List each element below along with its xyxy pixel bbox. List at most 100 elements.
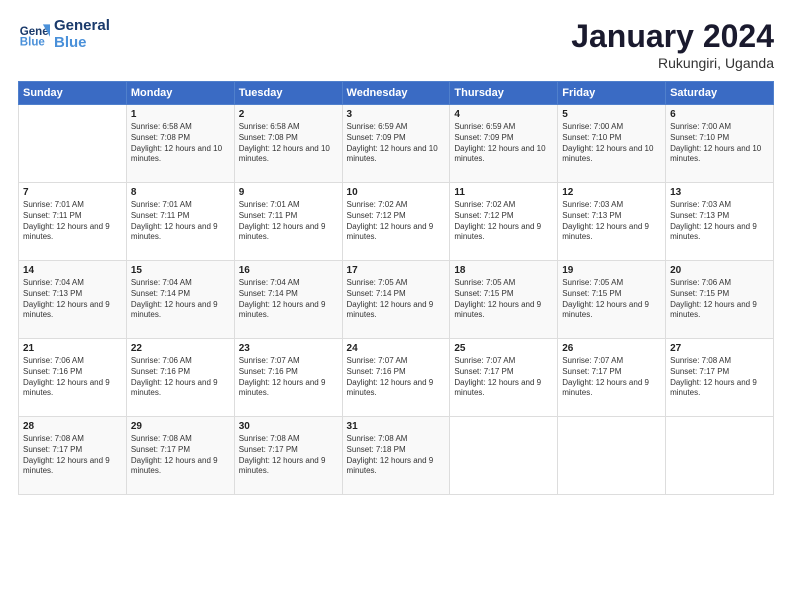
day-info: Sunrise: 7:06 AM Sunset: 7:16 PM Dayligh… xyxy=(23,356,122,399)
day-number: 8 xyxy=(131,187,230,198)
sunset-text: Sunset: 7:17 PM xyxy=(131,445,190,454)
sunrise-text: Sunrise: 7:02 AM xyxy=(347,200,408,209)
daylight-text: Daylight: 12 hours and 9 minutes. xyxy=(23,222,110,242)
day-info: Sunrise: 7:02 AM Sunset: 7:12 PM Dayligh… xyxy=(454,200,553,243)
col-header-saturday: Saturday xyxy=(666,82,774,105)
calendar-cell: 30 Sunrise: 7:08 AM Sunset: 7:17 PM Dayl… xyxy=(234,417,342,495)
day-info: Sunrise: 7:07 AM Sunset: 7:16 PM Dayligh… xyxy=(239,356,338,399)
calendar-cell: 28 Sunrise: 7:08 AM Sunset: 7:17 PM Dayl… xyxy=(19,417,127,495)
week-row-3: 14 Sunrise: 7:04 AM Sunset: 7:13 PM Dayl… xyxy=(19,261,774,339)
sunrise-text: Sunrise: 7:08 AM xyxy=(131,434,192,443)
sunset-text: Sunset: 7:09 PM xyxy=(454,133,513,142)
day-number: 29 xyxy=(131,421,230,432)
daylight-text: Daylight: 12 hours and 9 minutes. xyxy=(454,222,541,242)
sunset-text: Sunset: 7:15 PM xyxy=(670,289,729,298)
col-header-tuesday: Tuesday xyxy=(234,82,342,105)
month-title: January 2024 xyxy=(571,18,774,55)
sunset-text: Sunset: 7:10 PM xyxy=(670,133,729,142)
day-number: 2 xyxy=(239,109,338,120)
sunset-text: Sunset: 7:11 PM xyxy=(23,211,82,220)
day-info: Sunrise: 7:08 AM Sunset: 7:18 PM Dayligh… xyxy=(347,434,446,477)
day-info: Sunrise: 7:03 AM Sunset: 7:13 PM Dayligh… xyxy=(562,200,661,243)
sunset-text: Sunset: 7:14 PM xyxy=(347,289,406,298)
day-info: Sunrise: 7:01 AM Sunset: 7:11 PM Dayligh… xyxy=(23,200,122,243)
sunrise-text: Sunrise: 7:05 AM xyxy=(347,278,408,287)
day-info: Sunrise: 7:00 AM Sunset: 7:10 PM Dayligh… xyxy=(562,122,661,165)
calendar-cell: 18 Sunrise: 7:05 AM Sunset: 7:15 PM Dayl… xyxy=(450,261,558,339)
calendar-cell: 4 Sunrise: 6:59 AM Sunset: 7:09 PM Dayli… xyxy=(450,105,558,183)
calendar-cell: 29 Sunrise: 7:08 AM Sunset: 7:17 PM Dayl… xyxy=(126,417,234,495)
location-subtitle: Rukungiri, Uganda xyxy=(571,55,774,71)
calendar-cell xyxy=(558,417,666,495)
logo-text-line2: Blue xyxy=(54,35,110,52)
daylight-text: Daylight: 12 hours and 9 minutes. xyxy=(131,300,218,320)
day-info: Sunrise: 7:08 AM Sunset: 7:17 PM Dayligh… xyxy=(239,434,338,477)
logo-icon: General Blue xyxy=(18,19,50,51)
calendar-cell: 10 Sunrise: 7:02 AM Sunset: 7:12 PM Dayl… xyxy=(342,183,450,261)
daylight-text: Daylight: 12 hours and 9 minutes. xyxy=(670,300,757,320)
calendar-cell: 26 Sunrise: 7:07 AM Sunset: 7:17 PM Dayl… xyxy=(558,339,666,417)
day-number: 25 xyxy=(454,343,553,354)
sunrise-text: Sunrise: 7:07 AM xyxy=(562,356,623,365)
daylight-text: Daylight: 12 hours and 9 minutes. xyxy=(562,378,649,398)
day-number: 4 xyxy=(454,109,553,120)
col-header-monday: Monday xyxy=(126,82,234,105)
daylight-text: Daylight: 12 hours and 9 minutes. xyxy=(670,222,757,242)
calendar-cell: 1 Sunrise: 6:58 AM Sunset: 7:08 PM Dayli… xyxy=(126,105,234,183)
sunset-text: Sunset: 7:11 PM xyxy=(239,211,298,220)
day-info: Sunrise: 6:58 AM Sunset: 7:08 PM Dayligh… xyxy=(131,122,230,165)
daylight-text: Daylight: 12 hours and 10 minutes. xyxy=(131,144,222,164)
page-header: General Blue General Blue January 2024 R… xyxy=(18,18,774,71)
calendar-cell xyxy=(19,105,127,183)
day-number: 12 xyxy=(562,187,661,198)
sunrise-text: Sunrise: 7:07 AM xyxy=(347,356,408,365)
svg-text:Blue: Blue xyxy=(20,36,46,48)
sunset-text: Sunset: 7:13 PM xyxy=(23,289,82,298)
calendar-cell: 23 Sunrise: 7:07 AM Sunset: 7:16 PM Dayl… xyxy=(234,339,342,417)
calendar-cell: 20 Sunrise: 7:06 AM Sunset: 7:15 PM Dayl… xyxy=(666,261,774,339)
calendar-cell: 11 Sunrise: 7:02 AM Sunset: 7:12 PM Dayl… xyxy=(450,183,558,261)
sunset-text: Sunset: 7:13 PM xyxy=(562,211,621,220)
day-number: 7 xyxy=(23,187,122,198)
day-info: Sunrise: 7:08 AM Sunset: 7:17 PM Dayligh… xyxy=(131,434,230,477)
day-number: 13 xyxy=(670,187,769,198)
calendar-cell: 17 Sunrise: 7:05 AM Sunset: 7:14 PM Dayl… xyxy=(342,261,450,339)
sunset-text: Sunset: 7:14 PM xyxy=(131,289,190,298)
sunset-text: Sunset: 7:12 PM xyxy=(347,211,406,220)
day-info: Sunrise: 7:05 AM Sunset: 7:14 PM Dayligh… xyxy=(347,278,446,321)
calendar-cell: 6 Sunrise: 7:00 AM Sunset: 7:10 PM Dayli… xyxy=(666,105,774,183)
day-number: 15 xyxy=(131,265,230,276)
sunset-text: Sunset: 7:17 PM xyxy=(562,367,621,376)
col-header-wednesday: Wednesday xyxy=(342,82,450,105)
calendar-cell: 25 Sunrise: 7:07 AM Sunset: 7:17 PM Dayl… xyxy=(450,339,558,417)
day-info: Sunrise: 7:04 AM Sunset: 7:14 PM Dayligh… xyxy=(131,278,230,321)
sunrise-text: Sunrise: 7:08 AM xyxy=(670,356,731,365)
sunrise-text: Sunrise: 7:04 AM xyxy=(131,278,192,287)
day-info: Sunrise: 7:05 AM Sunset: 7:15 PM Dayligh… xyxy=(454,278,553,321)
day-info: Sunrise: 7:04 AM Sunset: 7:13 PM Dayligh… xyxy=(23,278,122,321)
daylight-text: Daylight: 12 hours and 9 minutes. xyxy=(131,222,218,242)
calendar-cell: 2 Sunrise: 6:58 AM Sunset: 7:08 PM Dayli… xyxy=(234,105,342,183)
day-info: Sunrise: 7:08 AM Sunset: 7:17 PM Dayligh… xyxy=(670,356,769,399)
daylight-text: Daylight: 12 hours and 10 minutes. xyxy=(239,144,330,164)
day-number: 5 xyxy=(562,109,661,120)
sunset-text: Sunset: 7:17 PM xyxy=(670,367,729,376)
calendar-cell: 3 Sunrise: 6:59 AM Sunset: 7:09 PM Dayli… xyxy=(342,105,450,183)
daylight-text: Daylight: 12 hours and 9 minutes. xyxy=(239,456,326,476)
day-number: 1 xyxy=(131,109,230,120)
sunset-text: Sunset: 7:16 PM xyxy=(239,367,298,376)
daylight-text: Daylight: 12 hours and 9 minutes. xyxy=(239,222,326,242)
daylight-text: Daylight: 12 hours and 9 minutes. xyxy=(347,378,434,398)
day-info: Sunrise: 6:59 AM Sunset: 7:09 PM Dayligh… xyxy=(454,122,553,165)
day-number: 3 xyxy=(347,109,446,120)
sunset-text: Sunset: 7:08 PM xyxy=(131,133,190,142)
sunset-text: Sunset: 7:08 PM xyxy=(239,133,298,142)
day-number: 22 xyxy=(131,343,230,354)
daylight-text: Daylight: 12 hours and 10 minutes. xyxy=(670,144,761,164)
sunset-text: Sunset: 7:14 PM xyxy=(239,289,298,298)
sunrise-text: Sunrise: 7:05 AM xyxy=(454,278,515,287)
sunset-text: Sunset: 7:16 PM xyxy=(347,367,406,376)
sunrise-text: Sunrise: 7:08 AM xyxy=(23,434,84,443)
day-number: 20 xyxy=(670,265,769,276)
calendar-cell: 8 Sunrise: 7:01 AM Sunset: 7:11 PM Dayli… xyxy=(126,183,234,261)
